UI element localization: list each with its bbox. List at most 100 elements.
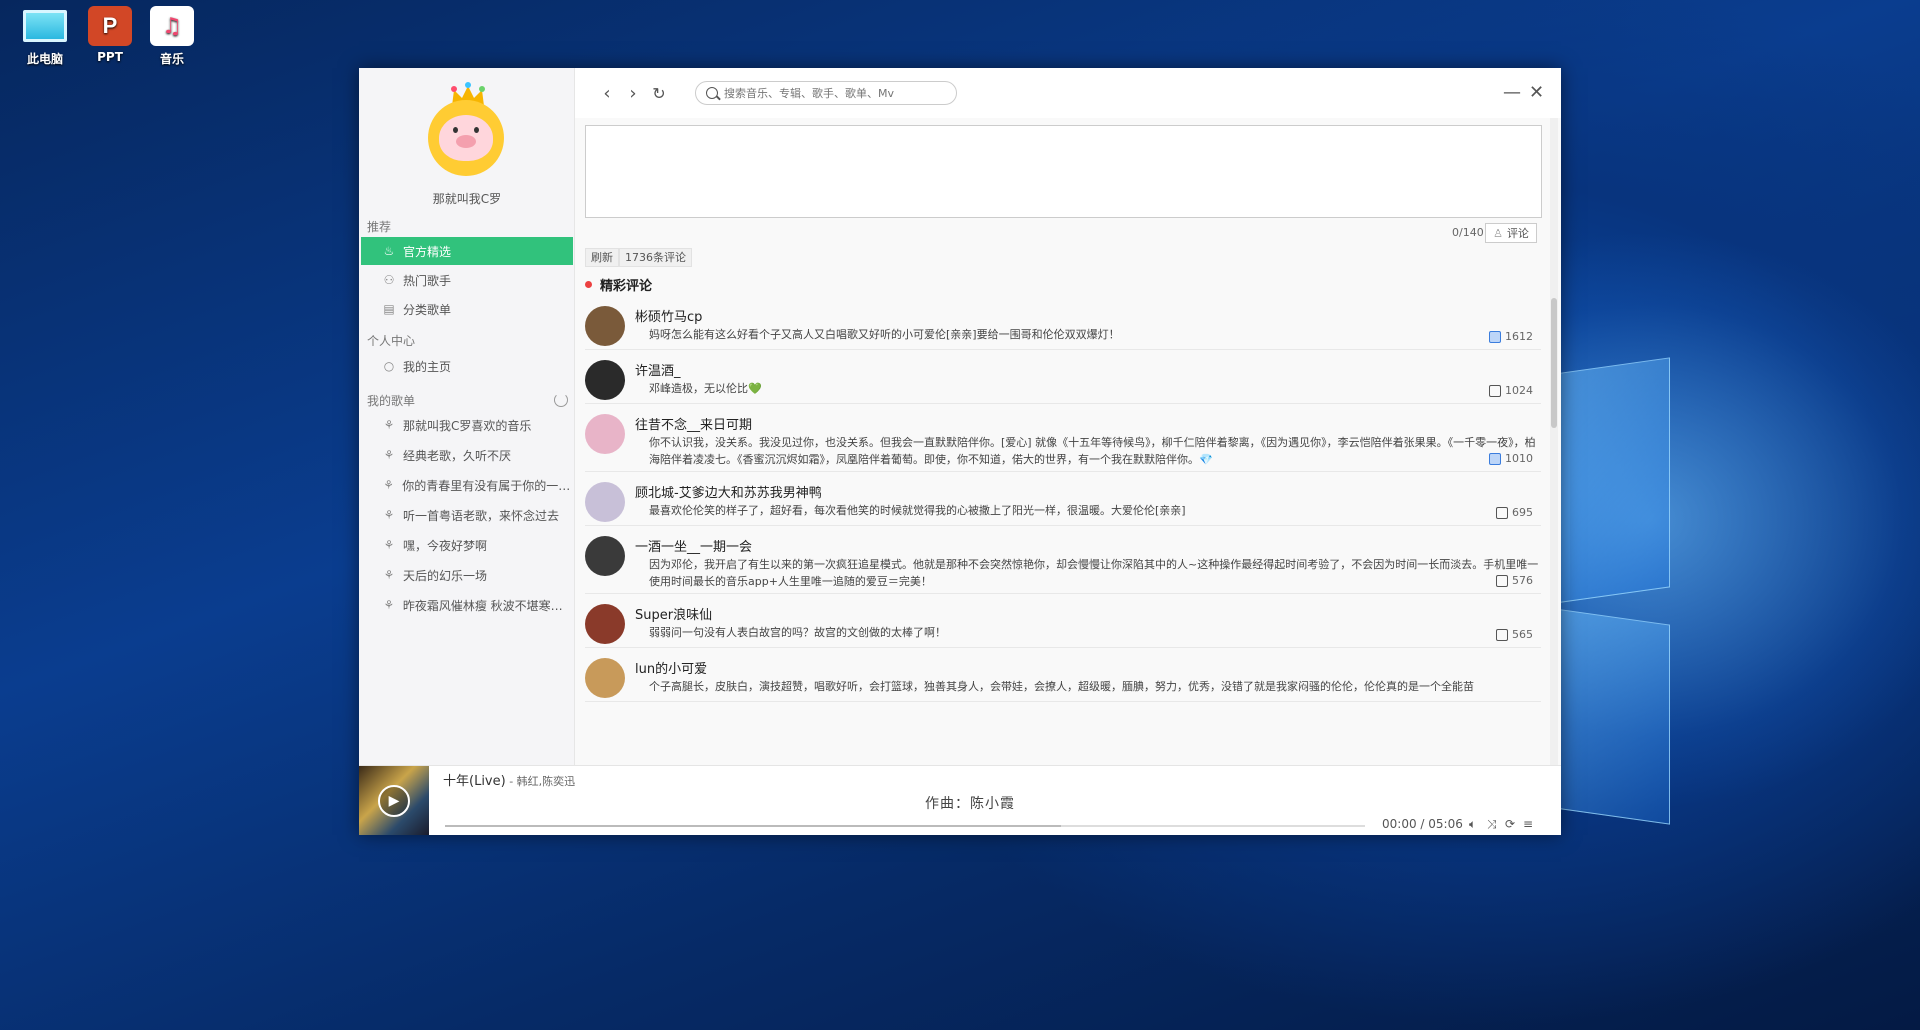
like-count: 695 [1512,506,1533,519]
lyric-line: 作曲：陈小霞 [925,796,1015,812]
forward-button[interactable]: › [623,84,643,104]
commenter-name[interactable]: 往昔不念__来日可期 [635,414,752,433]
comment-text: 最喜欢伦伦笑的样子了，超好看，每次看他笑的时候就觉得我的心被撒上了阳光一样，很温… [649,504,1186,517]
like-count: 1010 [1505,452,1533,465]
hot-comments-title: 精彩评论 [585,275,652,294]
section-personal: 个人中心 [367,334,416,348]
like-button[interactable]: 1612 [1489,330,1533,343]
palm-tree-icon: ⚘ [383,418,395,432]
pig-icon [439,115,493,161]
playlist-item[interactable]: ⚘ 听一首粤语老歌，来怀念过去 [361,501,573,529]
palm-tree-icon: ⚘ [383,538,395,552]
playlist-item[interactable]: ⚘ 你的青春里有没有属于你的一首歌 [361,471,573,499]
thumbs-up-icon [1489,384,1501,397]
sidebar-item-categories[interactable]: ▤ 分类歌单 [361,295,573,323]
like-count: 1612 [1505,330,1533,343]
comment-textarea[interactable] [585,125,1542,218]
avatar [428,100,504,176]
palm-tree-icon: ⚘ [383,508,395,522]
powerpoint-icon: P [88,6,132,46]
playlist-item[interactable]: ⚘ 嘿，今夜好梦啊 [361,531,573,559]
palm-tree-icon: ⚘ [383,598,395,612]
scrollbar-thumb[interactable] [1551,298,1557,428]
user-icon: ⚇ [383,273,395,287]
repeat-icon[interactable]: ⟳ [1505,817,1515,831]
search-box[interactable] [695,81,957,105]
search-icon [706,87,718,99]
commenter-name[interactable]: 许温酒_ [635,360,681,379]
thumbs-up-icon [1489,452,1501,465]
refresh-button[interactable]: ↻ [649,84,669,104]
player-bar: ▶ 十年(Live) - 韩红,陈奕迅 作曲：陈小霞 00:00 / 05:06… [359,765,1561,835]
comment-text: 因为邓伦，我开启了有生以来的第一次疯狂追星模式。他就是那种不会突然惊艳你，却会慢… [649,558,1539,588]
sidebar-item-hot-singers[interactable]: ⚇ 热门歌手 [361,266,573,294]
commenter-name[interactable]: 一酒一坐__一期一会 [635,536,752,555]
comment-row: lun的小可爱个子高腿长，皮肤白，演技超赞，唱歌好听，会打篮球，独善其身人，会带… [585,648,1541,702]
list-icon: ▤ [383,302,395,316]
section-recommend: 推荐 [367,220,392,234]
playlist-item[interactable]: ⚘ 昨夜霜风催林瘦 秋波不堪寒梧冷 [361,591,573,619]
desktop-icon-music[interactable]: ♫ 音乐 [142,6,202,67]
submit-comment-button[interactable]: ♙ 评论 [1485,223,1537,243]
thumbs-up-icon [1496,506,1508,519]
sidebar-item-official-picks[interactable]: ♨ 官方精选 [361,237,573,265]
comment-row: 一酒一坐__一期一会因为邓伦，我开启了有生以来的第一次疯狂追星模式。他就是那种不… [585,526,1541,594]
commenter-avatar[interactable] [585,414,625,454]
user-avatar[interactable] [428,82,508,176]
commenter-avatar[interactable] [585,604,625,644]
red-dot-icon [585,281,592,288]
shuffle-icon[interactable]: ⤨ [1487,817,1497,832]
commenter-avatar[interactable] [585,360,625,400]
thumb-icon: ♙ [1493,226,1503,240]
username: 那就叫我C罗 [432,192,502,206]
like-button[interactable]: 576 [1496,574,1533,587]
playlist-menu-icon[interactable]: ≡ [1523,817,1533,831]
progress-bar[interactable] [445,825,1365,827]
commenter-name[interactable]: Super浪味仙 [635,604,712,623]
commenter-avatar[interactable] [585,658,625,698]
comment-count-badge: 1736条评论 [619,248,692,267]
like-count: 576 [1512,574,1533,587]
sidebar-item-my-home[interactable]: ○ 我的主页 [361,352,573,380]
refresh-playlists-icon[interactable] [554,393,568,407]
commenter-avatar[interactable] [585,306,625,346]
comment-row: 许温酒_ 邓峰造极，无以伦比💚 1024 [585,350,1541,404]
commenter-avatar[interactable] [585,482,625,522]
like-button[interactable]: 1010 [1489,452,1533,465]
palm-tree-icon: ⚘ [383,448,395,462]
progress-fill [445,825,1062,827]
palm-tree-icon: ⚘ [383,568,395,582]
char-counter: 0/140 [1452,226,1484,239]
close-button[interactable]: ✕ [1529,82,1544,103]
volume-icon[interactable]: 🔈︎ [1469,817,1476,832]
refresh-comments-button[interactable]: 刷新 [585,248,619,267]
commenter-avatar[interactable] [585,536,625,576]
comment-row: 顾北城-艾爹边大和苏苏我男神鸭最喜欢伦伦笑的样子了，超好看，每次看他笑的时候就觉… [585,472,1541,526]
desktop-icon-ppt[interactable]: P PPT [80,6,140,64]
thumbs-up-icon [1496,574,1508,587]
commenter-name[interactable]: 彬硕竹马cp [635,306,702,325]
scrollbar[interactable] [1550,118,1558,765]
commenter-name[interactable]: lun的小可爱 [635,658,707,677]
now-playing: 十年(Live) - 韩红,陈奕迅 [443,770,575,789]
monitor-icon [23,10,67,42]
playlist-item[interactable]: ⚘ 那就叫我C罗喜欢的音乐 [361,411,573,439]
comment-row: 往昔不念__来日可期 你不认识我，没关系。我没见过你，也没关系。但我会一直默默陪伴… [585,404,1541,472]
desktop-icon-this-pc[interactable]: 此电脑 [15,6,75,67]
music-app-window: 那就叫我C罗 推荐 ♨ 官方精选 ⚇ 热门歌手 ▤ 分类歌单 个人中心 ○ 我的… [359,68,1561,835]
comments-panel: 0/140 ♙ 评论 刷新 1736条评论 精彩评论 彬硕竹马cp 妈呀怎么能有这… [575,118,1561,765]
thumbs-up-icon [1496,628,1508,641]
comment-text: 弱弱问一句没有人表白故宫的吗？故宫的文创做的太棒了啊！ [649,626,946,639]
comment-text: 个子高腿长，皮肤白，演技超赞，唱歌好听，会打篮球，独善其身人，会带娃，会撩人，超… [649,680,1474,693]
playback-time: 00:00 / 05:06 [1382,817,1463,831]
playlist-item[interactable]: ⚘ 天后的幻乐一场 [361,561,573,589]
commenter-name[interactable]: 顾北城-艾爹边大和苏苏我男神鸭 [635,482,822,501]
song-artist: - 韩红,陈奕迅 [505,775,576,788]
playlist-item[interactable]: ⚘ 经典老歌，久听不厌 [361,441,573,469]
search-input[interactable] [724,86,944,100]
like-button[interactable]: 565 [1496,628,1533,641]
back-button[interactable]: ‹ [597,84,617,104]
minimize-button[interactable]: — [1503,82,1521,103]
like-button[interactable]: 695 [1496,506,1533,519]
like-button[interactable]: 1024 [1489,384,1533,397]
